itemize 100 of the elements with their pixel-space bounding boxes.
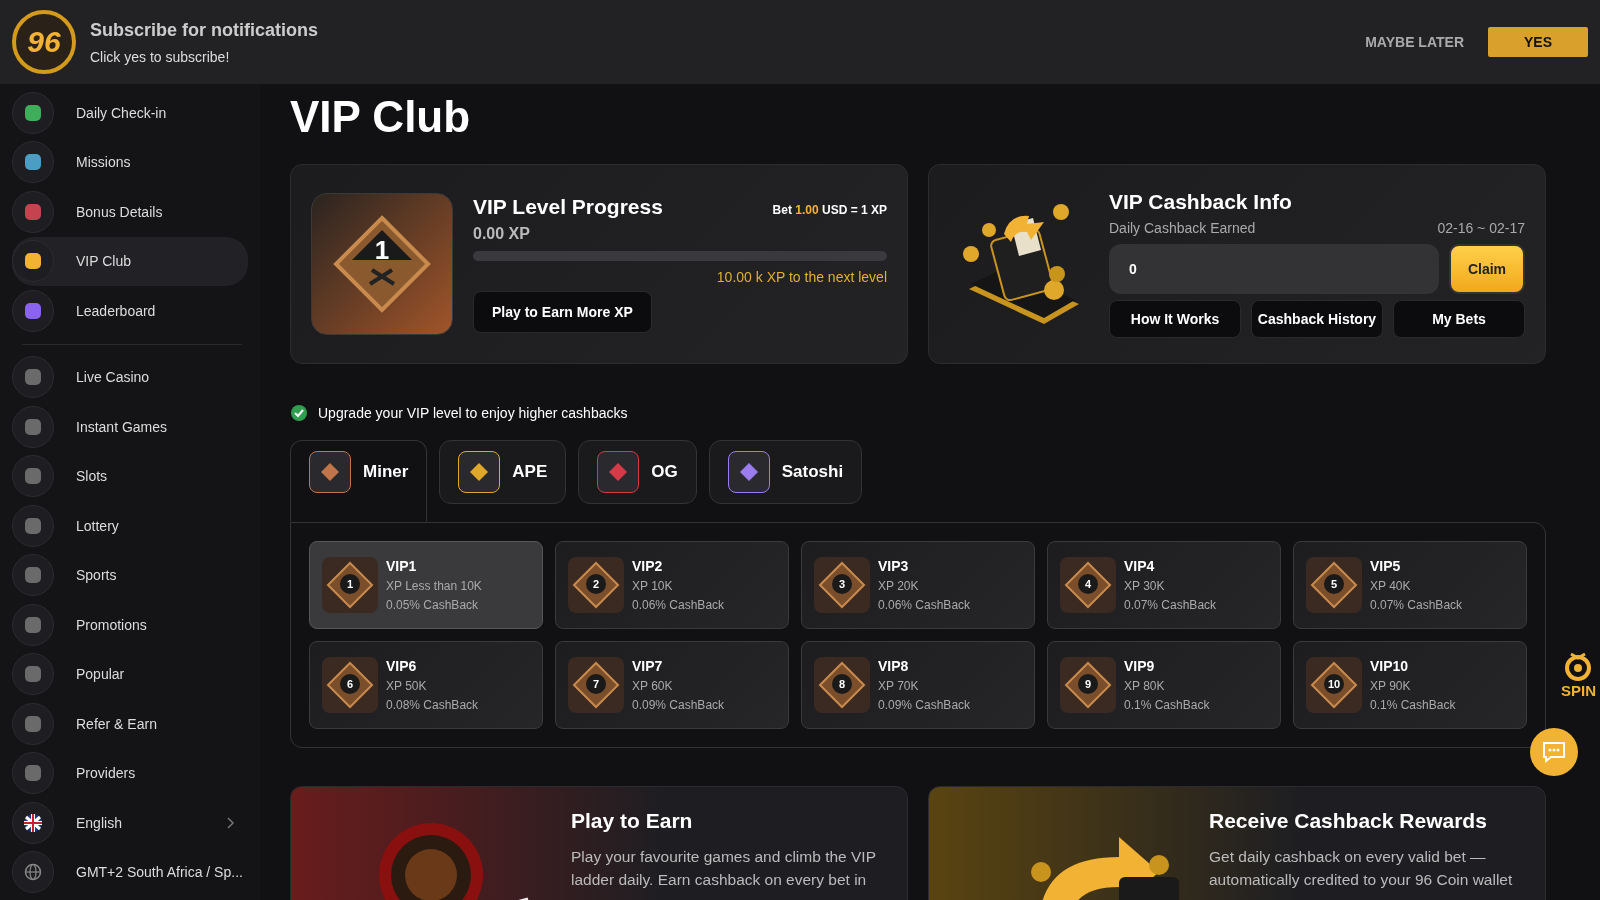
- claim-button[interactable]: Claim: [1449, 244, 1525, 294]
- cashback-amount-field: 0: [1109, 244, 1439, 294]
- sidebar-item[interactable]: VIP Club: [12, 236, 248, 286]
- chat-icon: [1541, 741, 1567, 763]
- check-icon: [290, 404, 308, 422]
- level-card[interactable]: 8 VIP8 XP 70K 0.09% CashBack: [801, 641, 1035, 729]
- level-card[interactable]: 6 VIP6 XP 50K 0.08% CashBack: [309, 641, 543, 729]
- card-title: VIP Cashback Info: [1109, 190, 1293, 214]
- level-card[interactable]: 1 VIP1 XP Less than 10K 0.05% CashBack: [309, 541, 543, 629]
- sidebar-item[interactable]: Refer & Earn: [12, 699, 248, 749]
- level-name: VIP4: [1124, 558, 1156, 574]
- level-name: VIP6: [386, 658, 418, 674]
- level-badge-icon: 7: [568, 657, 624, 713]
- flag-icon: [24, 813, 42, 832]
- page-title: VIP Club: [290, 92, 472, 142]
- tier-tab[interactable]: OG: [578, 440, 697, 504]
- level-xp: XP 70K: [878, 679, 920, 693]
- level-xp: XP 20K: [878, 579, 920, 593]
- level-name: VIP7: [632, 658, 664, 674]
- sidebar-item[interactable]: Lottery: [12, 501, 248, 551]
- level-card[interactable]: 3 VIP3 XP 20K 0.06% CashBack: [801, 541, 1035, 629]
- sidebar-item[interactable]: Slots: [12, 451, 248, 501]
- level-cashback: 0.06% CashBack: [632, 598, 725, 612]
- sidebar-item[interactable]: Missions: [12, 137, 248, 187]
- sidebar-item[interactable]: Bonus Details: [12, 187, 248, 237]
- promo-title: Receive Cashback Rewards: [1209, 809, 1488, 833]
- sidebar-item[interactable]: Live Casino: [12, 352, 248, 402]
- spin-button[interactable]: SPIN: [1561, 652, 1596, 699]
- level-badge-icon: 3: [814, 557, 870, 613]
- level-card[interactable]: 4 VIP4 XP 30K 0.07% CashBack: [1047, 541, 1281, 629]
- level-name: VIP9: [1124, 658, 1156, 674]
- level-xp: XP 30K: [1124, 579, 1166, 593]
- banner-subtitle: Click yes to subscribe!: [90, 48, 231, 65]
- play-button[interactable]: Play to Earn More XP: [473, 291, 652, 333]
- level-badge-icon: 9: [1060, 657, 1116, 713]
- level-cashback: 0.09% CashBack: [632, 698, 725, 712]
- chat-button[interactable]: [1530, 728, 1578, 776]
- level-badge-icon: 6: [322, 657, 378, 713]
- level-xp: XP Less than 10K: [386, 579, 482, 593]
- tier-tab[interactable]: APE: [439, 440, 567, 504]
- level-card[interactable]: 7 VIP7 XP 60K 0.09% CashBack: [555, 641, 789, 729]
- timezone-selector[interactable]: GMT+2 South Africa / Sp...: [12, 847, 248, 897]
- level-name: VIP8: [878, 658, 910, 674]
- date-range: 02-16 ~ 02-17: [1437, 220, 1525, 236]
- level-xp: XP 40K: [1370, 579, 1412, 593]
- level-badge-icon: 8: [814, 657, 870, 713]
- level-cashback: 0.05% CashBack: [386, 598, 480, 612]
- level-badge-icon: 5: [1306, 557, 1362, 613]
- tier-tab[interactable]: Miner: [290, 440, 428, 522]
- level-card[interactable]: 9 VIP9 XP 80K 0.1% CashBack: [1047, 641, 1281, 729]
- logo: 96: [12, 10, 76, 74]
- level-xp: XP 10K: [632, 579, 674, 593]
- sidebar-item[interactable]: Promotions: [12, 600, 248, 650]
- cashback-button[interactable]: Cashback History: [1251, 300, 1383, 338]
- sidebar-item[interactable]: Popular: [12, 649, 248, 699]
- chevron-right-icon: [226, 816, 234, 829]
- level-badge-icon: 2: [568, 557, 624, 613]
- xp-value: 0.00 XP: [473, 225, 531, 243]
- level-xp: XP 60K: [632, 679, 674, 693]
- level-badge-icon: 1: [322, 557, 378, 613]
- sidebar-item[interactable]: Daily Check-in: [12, 88, 248, 138]
- promo-text: Get daily cashback on every valid bet — automatically credited to your 96 Coin wallet: [1209, 847, 1514, 891]
- language-selector[interactable]: English: [12, 798, 248, 848]
- sidebar-item[interactable]: Leaderboard: [12, 286, 248, 336]
- level-card[interactable]: 2 VIP2 XP 10K 0.06% CashBack: [555, 541, 789, 629]
- level-card[interactable]: 10 VIP10 XP 90K 0.1% CashBack: [1293, 641, 1527, 729]
- cashback-label: Daily Cashback Earned: [1109, 220, 1256, 236]
- card-title: VIP Level Progress: [473, 195, 663, 219]
- level-cashback: 0.1% CashBack: [1124, 698, 1210, 712]
- level-cashback: 0.1% CashBack: [1370, 698, 1456, 712]
- sidebar-item[interactable]: Providers: [12, 748, 248, 798]
- xp-rate: Bet 1.00 USD = 1 XP: [772, 203, 887, 217]
- level-badge-icon: 4: [1060, 557, 1116, 613]
- level-cashback: 0.09% CashBack: [878, 698, 971, 712]
- diamond-badge-icon: 1: [332, 214, 432, 314]
- sidebar-item[interactable]: Instant Games: [12, 402, 248, 452]
- level-name: VIP1: [386, 558, 418, 574]
- banner-title: Subscribe for notifications: [90, 19, 320, 41]
- level-cashback: 0.07% CashBack: [1124, 598, 1217, 612]
- sidebar-item[interactable]: Sports: [12, 550, 248, 600]
- level-xp: XP 50K: [386, 679, 428, 693]
- globe-icon: [24, 863, 42, 882]
- level-badge-icon: 10: [1306, 657, 1362, 713]
- yes-button[interactable]: YES: [1488, 27, 1588, 57]
- next-level-text: 10.00 k XP to the next level: [715, 269, 887, 285]
- cashback-button[interactable]: How It Works: [1109, 300, 1241, 338]
- level-name: VIP10: [1370, 658, 1410, 674]
- level-cashback: 0.06% CashBack: [878, 598, 971, 612]
- promo-text: Play your favourite games and climb the VIP ladder daily. Earn cashback on every bet in: [571, 847, 877, 891]
- level-name: VIP2: [632, 558, 664, 574]
- maybe-later-button[interactable]: MAYBE LATER: [1361, 28, 1468, 56]
- cashback-button[interactable]: My Bets: [1393, 300, 1525, 338]
- level-xp: XP 90K: [1370, 679, 1412, 693]
- level-xp: XP 80K: [1124, 679, 1166, 693]
- level-cashback: 0.08% CashBack: [386, 698, 479, 712]
- level-name: VIP5: [1370, 558, 1402, 574]
- level-card[interactable]: 5 VIP5 XP 40K 0.07% CashBack: [1293, 541, 1527, 629]
- tier-tab[interactable]: Satoshi: [708, 440, 863, 504]
- promo-title: Play to Earn: [571, 809, 694, 833]
- level-cashback: 0.07% CashBack: [1370, 598, 1463, 612]
